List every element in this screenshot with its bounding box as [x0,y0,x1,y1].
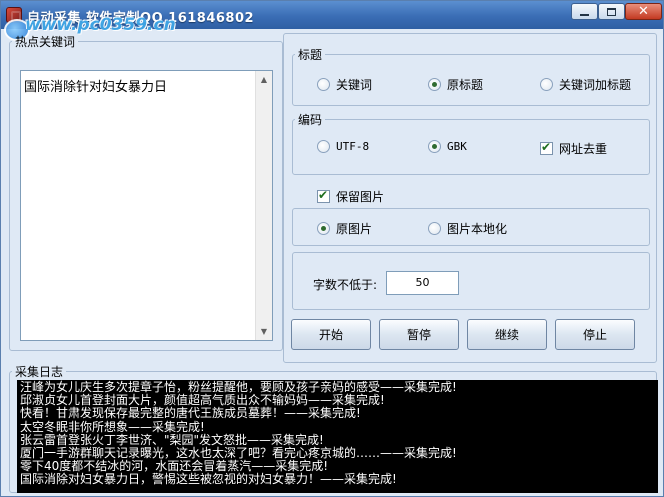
dedupe-label: 网址去重 [559,142,608,156]
radio-localize-image-indicator[interactable] [428,222,441,235]
stop-button[interactable]: 停止 [555,319,635,350]
radio-original-image[interactable]: 原图片 [317,220,372,237]
close-icon: ✕ [638,4,649,19]
minimize-button[interactable] [571,3,598,20]
keep-images-check-icon[interactable] [317,188,330,203]
radio-utf8-indicator[interactable] [317,140,330,153]
word-count-input[interactable]: 50 [386,271,459,295]
radio-utf8-label: UTF-8 [336,140,370,153]
maximize-icon [607,7,616,16]
keep-images-label: 保留图片 [336,190,385,204]
close-button[interactable]: ✕ [625,3,662,20]
dedupe-checkbox[interactable]: 网址去重 [540,140,607,157]
radio-keyword-label: 关键词 [336,78,373,92]
radio-keyword-indicator[interactable] [317,78,330,91]
start-button[interactable]: 开始 [291,319,371,350]
radio-keyword-plus-title-indicator[interactable] [540,78,553,91]
resume-button[interactable]: 继续 [467,319,547,350]
minimize-icon [580,13,589,16]
radio-original-title-label: 原标题 [447,78,484,92]
radio-original-title-indicator[interactable] [428,78,441,91]
radio-keyword-plus-title-label: 关键词加标题 [559,78,632,92]
keyword-text: 国际消除针对妇女暴力日 [24,80,168,95]
radio-localize-image[interactable]: 图片本地化 [428,220,507,237]
radio-keyword[interactable]: 关键词 [317,76,372,93]
log-line: 太空冬眠非你所想象——采集完成! [20,419,205,434]
maximize-button[interactable] [598,3,625,20]
radio-utf8[interactable]: UTF-8 [317,140,369,153]
keywords-scrollbar[interactable]: ▲ ▼ [255,71,272,340]
log-line: 国际消除对妇女暴力日，警惕这些被忽视的对妇女暴力！——采集完成! [20,472,397,487]
keywords-legend: 热点关键词 [15,35,76,49]
scroll-down-icon[interactable]: ▼ [256,323,272,340]
log-legend: 采集日志 [15,365,64,379]
scroll-up-icon[interactable]: ▲ [256,71,272,88]
log-output[interactable]: 汪峰为女儿庆生多次提章子怡，粉丝提醒他，要顾及孩子亲妈的感受——采集完成! 邱淑… [17,380,658,493]
radio-gbk[interactable]: GBK [428,140,467,153]
title-bar[interactable]: 自动采集 软件定制QQ 161846802 www.pc0359.cn ✕ [1,1,663,41]
keywords-textarea[interactable]: 国际消除针对妇女暴力日 ▲ ▼ [20,70,273,341]
pause-button[interactable]: 暂停 [379,319,459,350]
radio-localize-image-label: 图片本地化 [447,222,508,236]
watermark-text: www.pc0359.cn [25,15,176,35]
radio-original-image-label: 原图片 [336,222,373,236]
radio-original-image-indicator[interactable] [317,222,330,235]
log-line: 快看！甘肃发现保存最完整的唐代王族成员墓葬！——采集完成! [20,406,361,421]
title-legend: 标题 [298,48,323,62]
dedupe-check-icon[interactable] [540,140,553,155]
encoding-legend: 编码 [298,113,323,127]
app-window: 自动采集 软件定制QQ 161846802 www.pc0359.cn ✕ 热点… [0,0,664,497]
keep-images-checkbox[interactable]: 保留图片 [317,188,384,205]
radio-gbk-indicator[interactable] [428,140,441,153]
word-count-label: 字数不低于: [313,278,378,292]
radio-original-title[interactable]: 原标题 [428,76,483,93]
radio-keyword-plus-title[interactable]: 关键词加标题 [540,76,631,93]
radio-gbk-label: GBK [447,140,467,153]
